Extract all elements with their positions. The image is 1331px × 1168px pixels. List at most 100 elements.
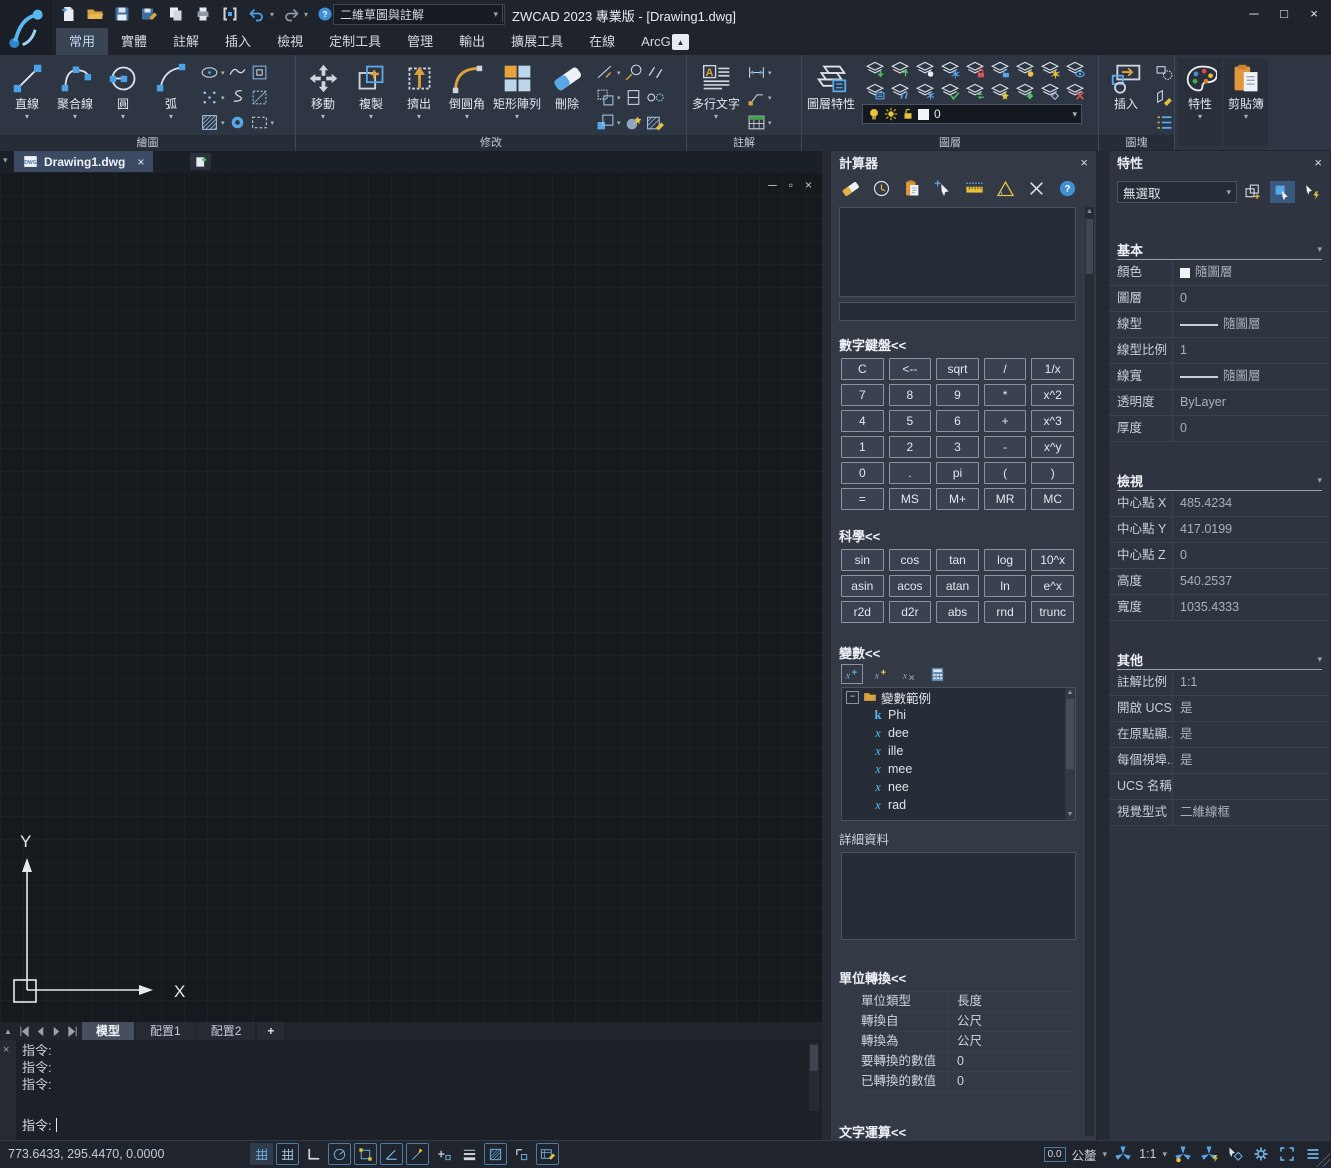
measure-angle-icon[interactable]	[992, 176, 1018, 200]
mirror-tool[interactable]	[646, 85, 665, 110]
unit-row-value[interactable]: 0	[949, 1052, 1076, 1071]
calculator-scrollbar[interactable]: ▲	[1085, 207, 1094, 1136]
calc-key-MC[interactable]: MC	[1031, 488, 1074, 510]
revision-cloud-tool[interactable]: ▾	[250, 110, 275, 135]
ribbon-button-擠出[interactable]: 擠出▾	[395, 58, 443, 122]
prop-value[interactable]: 1	[1173, 338, 1328, 363]
layer-walk-tool[interactable]	[887, 80, 912, 102]
hatch-tool[interactable]: ▾	[200, 110, 225, 135]
angle-snap-toggle[interactable]	[380, 1143, 403, 1165]
variable-nee[interactable]: xnee	[842, 778, 1075, 796]
calc-key-acos[interactable]: acos	[889, 575, 932, 597]
chevron-down-icon[interactable]: ▾	[1317, 244, 1322, 255]
calc-key-8[interactable]: 8	[889, 384, 932, 406]
clear-icon[interactable]	[837, 176, 863, 200]
menu-tab-註解[interactable]: 註解	[160, 28, 212, 55]
new-layout-button[interactable]: +	[257, 1022, 284, 1040]
multiple-points-tool[interactable]: ▾	[200, 85, 225, 110]
calc-key-x^y[interactable]: x^y	[1031, 436, 1074, 458]
prop-value[interactable]: 是	[1173, 722, 1328, 747]
tree-scrollbar[interactable]: ▲▼	[1065, 688, 1075, 820]
calc-key-trunc[interactable]: trunc	[1031, 601, 1074, 623]
ribbon-collapse-button[interactable]: ▲	[672, 34, 689, 50]
variable-dee[interactable]: xdee	[842, 724, 1075, 742]
chevron-down-icon[interactable]: ▾	[1103, 1149, 1108, 1160]
layer-isolate-tool[interactable]	[987, 80, 1012, 102]
calc-key-ln[interactable]: ln	[984, 575, 1027, 597]
ortho-mode-toggle[interactable]	[302, 1143, 325, 1165]
calc-key-.[interactable]: .	[889, 462, 932, 484]
object-snap-toggle[interactable]	[354, 1143, 377, 1165]
layer-unisolate-tool[interactable]	[1037, 80, 1062, 102]
layer-off-tool[interactable]	[912, 58, 937, 80]
grid-display-toggle[interactable]	[276, 1143, 299, 1165]
calc-key-x^3[interactable]: x^3	[1031, 410, 1074, 432]
polar-tracking-toggle[interactable]	[328, 1143, 351, 1165]
spline-tool[interactable]	[228, 85, 247, 110]
ribbon-button-矩形陣列[interactable]: 矩形陣列▾	[491, 58, 543, 122]
ribbon-button-倒圓角[interactable]: 倒圓角▾	[443, 58, 491, 122]
paste-command-icon[interactable]	[899, 176, 925, 200]
layer-visibility-tool[interactable]	[1062, 58, 1087, 80]
resize-grip[interactable]	[1316, 1153, 1330, 1167]
donut-tool[interactable]	[228, 110, 247, 135]
layer-unlock-tool[interactable]	[987, 58, 1012, 80]
calc-key-pi[interactable]: pi	[936, 462, 979, 484]
variable-rad[interactable]: xrad	[842, 796, 1075, 814]
menu-tab-管理[interactable]: 管理	[394, 28, 446, 55]
menu-tab-實體[interactable]: 實體	[108, 28, 160, 55]
calculator-history-display[interactable]	[839, 207, 1076, 297]
print-icon[interactable]	[193, 4, 213, 24]
open-folder-icon[interactable]	[85, 4, 105, 24]
help-icon[interactable]: ?	[1054, 176, 1080, 200]
ribbon-button-圓[interactable]: 圓▾	[99, 58, 147, 122]
command-panel[interactable]: × 指令:指令:指令: 指令:	[0, 1040, 822, 1140]
layer-move-down-tool[interactable]	[862, 58, 887, 80]
offset-tool[interactable]: ▾	[596, 85, 621, 110]
toggle-pickadd-icon[interactable]	[1299, 181, 1324, 203]
new-variable-icon[interactable]: x	[841, 664, 863, 684]
calc-key-9[interactable]: 9	[936, 384, 979, 406]
prop-value[interactable]: 0	[1173, 543, 1328, 568]
prop-value[interactable]: 隨圖層	[1173, 260, 1328, 285]
ribbon-button-移動[interactable]: 移動▾	[299, 58, 347, 122]
layout-tab-模型[interactable]: 模型	[82, 1022, 134, 1040]
calc-key-10^x[interactable]: 10^x	[1031, 549, 1074, 571]
layer-vp-freeze-tool[interactable]	[912, 80, 937, 102]
layer-merge-tool[interactable]	[1012, 80, 1037, 102]
menu-tab-輸出[interactable]: 輸出	[446, 28, 498, 55]
prop-value[interactable]: ByLayer	[1173, 390, 1328, 415]
calc-key-log[interactable]: log	[984, 549, 1027, 571]
fullscreen-icon[interactable]	[1277, 1144, 1297, 1164]
calc-key-([interactable]: (	[984, 462, 1027, 484]
prop-value[interactable]	[1173, 774, 1328, 799]
calc-key-cos[interactable]: cos	[889, 549, 932, 571]
ribbon-button-插入[interactable]: 插入	[1102, 58, 1150, 113]
publish-icon[interactable]	[220, 4, 240, 24]
break-tool[interactable]	[646, 60, 665, 85]
unit-row-value[interactable]: 公尺	[949, 1012, 1076, 1031]
unit-row-value[interactable]: 長度	[949, 992, 1076, 1011]
selection-dropdown[interactable]: 無選取 ▾	[1117, 181, 1237, 203]
layer-freeze-tool[interactable]	[937, 58, 962, 80]
scrollbar-thumb[interactable]	[810, 1045, 818, 1071]
dimension-tool[interactable]: ▾	[747, 60, 772, 85]
calc-key-4[interactable]: 4	[841, 410, 884, 432]
chevron-down-icon[interactable]: ▾	[1317, 654, 1322, 665]
calc-key-sqrt[interactable]: sqrt	[936, 358, 979, 380]
chevron-down-icon[interactable]: ▾	[270, 10, 274, 19]
ribbon-button-剪貼簿[interactable]: 剪貼簿▾	[1224, 58, 1268, 146]
join-tool[interactable]	[624, 85, 643, 110]
annotation-scale-value[interactable]: 1:1	[1139, 1147, 1156, 1161]
calc-key-)[interactable]: )	[1031, 462, 1074, 484]
layout-tab-配置2[interactable]: 配置2	[197, 1022, 256, 1040]
unit-row-value[interactable]: 公尺	[949, 1032, 1076, 1051]
region-tool[interactable]	[250, 85, 275, 110]
workspace-selector[interactable]: 二維草圖與註解 ▾	[333, 4, 505, 25]
menu-tab-插入[interactable]: 插入	[212, 28, 264, 55]
table-tool[interactable]: ▾	[747, 110, 772, 135]
dynamic-input-toggle[interactable]	[432, 1143, 455, 1165]
layer-move-up-tool[interactable]	[887, 58, 912, 80]
numpad-header[interactable]: 數字鍵盤<<	[839, 335, 1096, 354]
calc-key-x^2[interactable]: x^2	[1031, 384, 1074, 406]
